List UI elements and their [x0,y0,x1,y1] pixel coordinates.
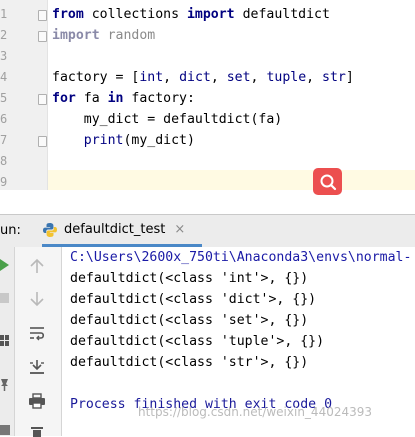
print-icon[interactable] [28,393,46,409]
code-text: , [306,70,323,85]
code-line-2[interactable]: import random [52,25,155,46]
code-text: fa [75,91,108,106]
line-number: 8 [0,154,8,168]
code-text: , [163,70,180,85]
code-editor[interactable]: 1 2 3 4 5 6 7 8 9 from collections impor… [0,0,415,190]
run-panel-label: un: [0,223,21,238]
code-text: , [210,70,227,85]
current-line-highlight [48,170,415,190]
line-number: 7 [0,133,8,147]
code-text: , [250,70,267,85]
fold-marker-icon[interactable] [38,31,47,42]
line-number-gutter: 1 2 3 4 5 6 7 8 9 [0,0,48,190]
keyword: for [52,91,76,106]
run-toolbar [0,247,15,436]
console-toolbar [15,247,62,437]
line-number: 9 [0,175,8,189]
builtin-type: tuple [266,70,307,85]
search-icon [320,174,336,190]
console-output-line: defaultdict(<class 'tuple'>, {}) [70,334,325,349]
code-text: ] [345,70,354,85]
code-text: factory = [ [52,70,140,85]
line-number: 3 [0,49,8,63]
delete-icon[interactable] [29,425,45,437]
code-line-4[interactable]: factory = [int, dict, set, tuple, str] [52,67,354,88]
soft-wrap-icon[interactable] [28,325,46,341]
console-output-line: defaultdict(<class 'set'>, {}) [70,313,309,328]
console-output-line: defaultdict(<class 'int'>, {}) [70,271,309,286]
code-text: collections [83,7,187,22]
code-text: defaultdict [234,7,330,22]
code-text: (my_dict) [123,133,195,148]
run-tool-window-header: un: defaultdict_test × [0,214,415,248]
keyword: import [52,28,100,43]
search-button[interactable] [313,168,342,195]
keyword: from [52,7,84,22]
builtin-function: print [83,133,124,148]
tab-defaultdict-test[interactable]: defaultdict_test × [42,215,202,247]
code-text: random [99,28,156,43]
line-number: 4 [0,70,8,84]
code-line-5[interactable]: for fa in factory: [52,88,195,109]
builtin-type: str [322,70,346,85]
watermark-text: https://blog.csdn.net/weixin_44024393 [138,405,373,419]
pin-tab-icon[interactable] [0,377,10,391]
code-line-7[interactable]: print(my_dict) [52,130,195,151]
fold-marker-icon[interactable] [38,10,47,21]
code-line-1[interactable]: from collections import defaultdict [52,4,330,25]
stop-icon[interactable] [0,293,9,303]
builtin-type: int [139,70,164,85]
tab-title: defaultdict_test [64,222,166,237]
console-output-line: defaultdict(<class 'dict'>, {}) [70,292,317,307]
line-number: 1 [0,7,8,21]
builtin-type: dict [179,70,211,85]
code-text: my_dict = defaultdict(fa) [52,112,283,127]
line-number: 6 [0,112,8,126]
rerun-icon[interactable] [0,259,10,271]
builtin-type: set [226,70,251,85]
console-output-line: defaultdict(<class 'str'>, {}) [70,355,309,370]
restore-layout-icon[interactable] [0,335,10,347]
console-command-line: C:\Users\2600x_750ti\Anaconda3\envs\norm… [70,250,412,265]
line-number: 5 [0,91,8,105]
code-text: factory: [123,91,195,106]
fold-marker-icon[interactable] [38,94,47,105]
code-line-6[interactable]: my_dict = defaultdict(fa) [52,109,283,130]
python-icon [43,222,57,237]
close-tab-icon[interactable]: × [174,222,185,237]
arrow-up-icon[interactable] [30,258,44,274]
arrow-down-icon[interactable] [30,291,44,307]
fold-marker-icon[interactable] [38,136,47,147]
close-run-icon[interactable] [0,423,10,435]
keyword: import [186,7,235,22]
line-number: 2 [0,28,8,42]
scroll-to-end-icon[interactable] [28,359,46,375]
keyword: in [107,91,124,106]
